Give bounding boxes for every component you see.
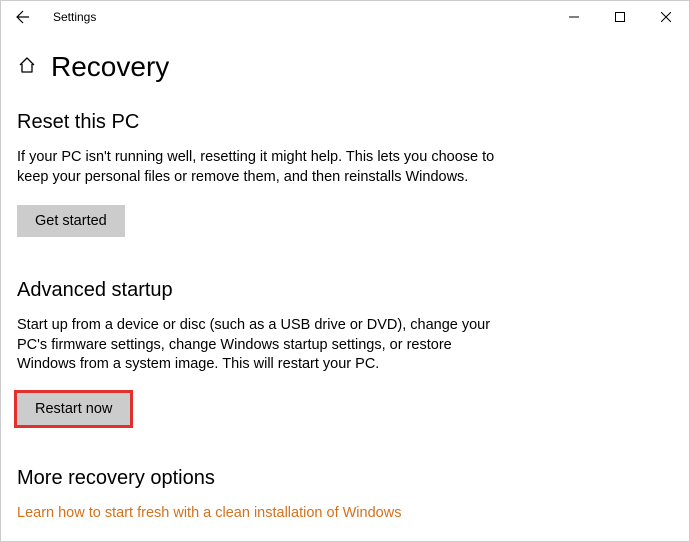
back-button[interactable] — [9, 3, 37, 31]
section-more-recovery: More recovery options Learn how to start… — [17, 467, 673, 522]
minimize-button[interactable] — [551, 1, 597, 33]
section-desc-advanced: Start up from a device or disc (such as … — [17, 316, 507, 375]
window-title: Settings — [53, 10, 96, 24]
section-reset-pc: Reset this PC If your PC isn't running w… — [17, 111, 673, 237]
maximize-button[interactable] — [597, 1, 643, 33]
section-title-advanced: Advanced startup — [17, 279, 673, 302]
section-advanced-startup: Advanced startup Start up from a device … — [17, 279, 673, 425]
section-title-reset: Reset this PC — [17, 111, 673, 134]
titlebar: Settings — [1, 1, 689, 33]
arrow-left-icon — [15, 9, 31, 25]
page-title: Recovery — [51, 51, 169, 83]
section-title-more: More recovery options — [17, 467, 673, 490]
page-header: Recovery — [17, 51, 673, 83]
content-area: Recovery Reset this PC If your PC isn't … — [1, 33, 689, 522]
home-icon — [17, 55, 37, 80]
maximize-icon — [615, 12, 625, 22]
window-controls — [551, 1, 689, 33]
restart-now-button[interactable]: Restart now — [17, 393, 130, 425]
get-started-button[interactable]: Get started — [17, 205, 125, 237]
fresh-install-link[interactable]: Learn how to start fresh with a clean in… — [17, 505, 401, 521]
minimize-icon — [569, 12, 579, 22]
close-icon — [661, 12, 671, 22]
close-button[interactable] — [643, 1, 689, 33]
section-desc-reset: If your PC isn't running well, resetting… — [17, 148, 507, 187]
